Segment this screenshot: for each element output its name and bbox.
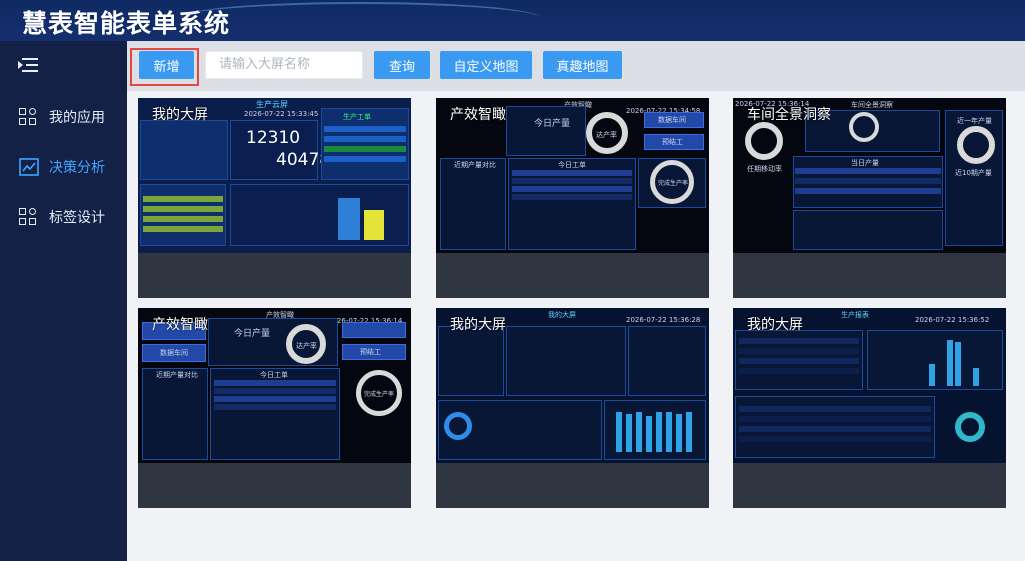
card-title: 车间全景洞察	[747, 107, 831, 123]
sidebar-item-label: 标签设计	[49, 210, 105, 226]
real-map-button[interactable]: 真趣地图	[543, 51, 622, 79]
sidebar: 我的应用 决策分析 标签设计	[0, 41, 127, 561]
dashboard-card[interactable]: 产效智瞰 2026-07-22 15:34:58 今日产量 达产率 数据车间 预…	[436, 98, 709, 298]
apps-grid-icon	[19, 108, 39, 126]
app-title: 慧表智能表单系统	[22, 9, 231, 38]
query-button[interactable]: 查询	[374, 51, 430, 79]
chart-icon	[19, 158, 39, 176]
dashboard-card[interactable]: 我的大屏 2026-07-22 15:36:28 我的大屏	[436, 308, 709, 508]
custom-map-button[interactable]: 自定义地图	[440, 51, 532, 79]
top-header: 慧表智能表单系统	[0, 0, 1025, 41]
card-title: 我的大屏	[450, 317, 506, 333]
search-input[interactable]: 请输入大屏名称	[205, 51, 363, 79]
menu-collapse-icon[interactable]	[18, 56, 38, 74]
card-title: 我的大屏	[152, 107, 208, 123]
sidebar-item-label: 决策分析	[49, 160, 105, 176]
sidebar-item-label: 我的应用	[49, 110, 105, 126]
dashboard-card[interactable]: 生产报表 2026-07-22 15:36:52 我的大屏	[733, 308, 1006, 508]
dashboard-card[interactable]: 车间全景洞察 2026-07-22 15:36:14 任期移动率 近一年产量 近…	[733, 98, 1006, 298]
card-title: 产效智瞰	[450, 107, 506, 123]
label-grid-icon	[19, 208, 39, 226]
card-title: 我的大屏	[747, 317, 803, 333]
sidebar-item-my-apps[interactable]: 我的应用	[0, 98, 127, 136]
card-title: 产效智瞰	[152, 317, 208, 333]
add-button[interactable]: 新增	[139, 51, 194, 79]
sidebar-item-decision-analysis[interactable]: 决策分析	[0, 148, 127, 186]
sidebar-item-label-design[interactable]: 标签设计	[0, 198, 127, 236]
dashboard-card[interactable]: 产效智瞰 2026-07-22 15:36:14 数据车间 今日产量 达产率 预…	[138, 308, 411, 508]
dashboard-card[interactable]: 生产云屏 2026-07-22 15:33:45 12310 40478 生产工…	[138, 98, 411, 298]
